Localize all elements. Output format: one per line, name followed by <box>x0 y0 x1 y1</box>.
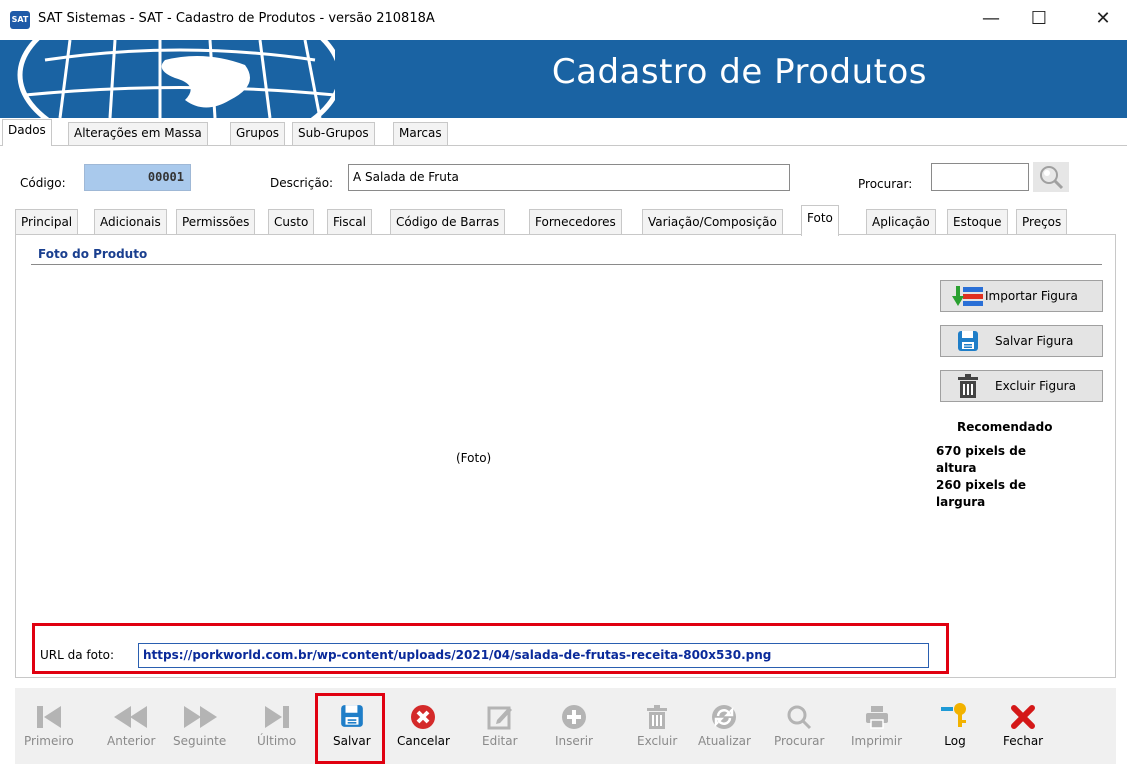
minimize-button[interactable]: — <box>968 0 1014 36</box>
magnifier-icon <box>786 694 812 730</box>
atualizar-button[interactable]: Atualizar <box>698 694 751 748</box>
seguinte-button[interactable]: Seguinte <box>173 694 226 748</box>
importar-figura-button[interactable]: Importar Figura <box>940 280 1103 312</box>
header-banner: Cadastro de Produtos <box>0 40 1127 118</box>
app-icon: SAT <box>10 11 30 29</box>
procurar-label: Procurar <box>774 734 825 748</box>
codigo-field[interactable]: 00001 <box>84 164 191 191</box>
previous-icon <box>111 694 151 730</box>
ultimo-button[interactable]: Último <box>257 694 296 748</box>
fechar-button[interactable]: Fechar <box>1003 694 1043 748</box>
cancelar-button[interactable]: Cancelar <box>397 694 450 748</box>
codigo-label: Código: <box>20 176 66 190</box>
tab-sub-grupos[interactable]: Sub-Grupos <box>292 122 375 145</box>
procurar-button[interactable]: Procurar <box>774 694 824 748</box>
log-button[interactable]: Log <box>940 694 970 748</box>
foto-section-title: Foto do Produto <box>38 247 148 261</box>
procurar-input[interactable] <box>931 163 1029 191</box>
recomendado-line: altura <box>936 461 977 475</box>
magnifier-icon <box>1040 166 1064 190</box>
primeiro-label: Primeiro <box>24 734 74 748</box>
excluir-button[interactable]: Excluir <box>637 694 677 748</box>
salvar-label: Salvar <box>333 734 371 748</box>
tab-fornecedores[interactable]: Fornecedores <box>529 209 622 235</box>
editar-button[interactable]: Editar <box>482 694 518 748</box>
cancelar-label: Cancelar <box>397 734 450 748</box>
tab-estoque[interactable]: Estoque <box>947 209 1008 235</box>
seguinte-label: Seguinte <box>173 734 227 748</box>
next-icon <box>180 694 220 730</box>
maximize-button[interactable]: ☐ <box>1016 0 1062 36</box>
import-image-icon <box>951 284 985 308</box>
recomendado-line: 670 pixels de <box>936 444 1026 458</box>
recomendado-line: largura <box>936 495 986 509</box>
tab-permissoes[interactable]: Permissões <box>176 209 256 235</box>
tab-grupos[interactable]: Grupos <box>230 122 286 145</box>
printer-icon <box>864 694 890 730</box>
editar-label: Editar <box>482 734 518 748</box>
importar-figura-label: Importar Figura <box>985 289 1078 303</box>
sub-tab-bar: Principal Adicionais Permissões Custo Fi… <box>0 205 1127 236</box>
last-record-icon <box>262 694 292 730</box>
tab-foto[interactable]: Foto <box>801 205 839 236</box>
ultimo-label: Último <box>257 734 297 748</box>
foto-image-area[interactable]: (Foto) <box>456 451 491 465</box>
url-foto-input[interactable]: https://porkworld.com.br/wp-content/uplo… <box>138 643 929 668</box>
imprimir-label: Imprimir <box>851 734 903 748</box>
title-bar: SAT SAT Sistemas - SAT - Cadastro de Pro… <box>0 0 1127 40</box>
inserir-button[interactable]: Inserir <box>555 694 593 748</box>
log-label: Log <box>944 734 966 748</box>
tab-fiscal[interactable]: Fiscal <box>327 209 372 235</box>
anterior-button[interactable]: Anterior <box>107 694 155 748</box>
main-tab-bar: Dados Alterações em Massa Grupos Sub-Gru… <box>0 118 1127 146</box>
url-label: URL da foto: <box>40 648 115 662</box>
tab-aplicacao[interactable]: Aplicação <box>866 209 936 235</box>
primeiro-button[interactable]: Primeiro <box>24 694 74 748</box>
edit-icon <box>487 694 513 730</box>
descricao-field[interactable]: A Salada de Fruta <box>348 164 790 191</box>
tab-principal[interactable]: Principal <box>15 209 79 235</box>
excluir-figura-button[interactable]: Excluir Figura <box>940 370 1103 402</box>
window-title: SAT Sistemas - SAT - Cadastro de Produto… <box>38 11 435 26</box>
tab-alteracoes-em-massa[interactable]: Alterações em Massa <box>68 122 208 145</box>
tab-adicionais[interactable]: Adicionais <box>94 209 167 235</box>
plus-circle-icon <box>561 694 587 730</box>
save-disk-icon <box>339 694 365 730</box>
excluir-figura-label: Excluir Figura <box>995 379 1076 393</box>
anterior-label: Anterior <box>107 734 156 748</box>
fechar-label: Fechar <box>1003 734 1044 748</box>
globe-logo-icon <box>17 40 335 118</box>
descricao-label: Descrição: <box>270 176 334 190</box>
close-button[interactable]: ✕ <box>1080 0 1126 36</box>
save-disk-icon <box>953 329 983 353</box>
banner-title: Cadastro de Produtos <box>551 52 927 92</box>
tab-marcas[interactable]: Marcas <box>393 122 448 145</box>
first-record-icon <box>34 694 64 730</box>
key-icon <box>940 694 970 730</box>
salvar-figura-label: Salvar Figura <box>995 334 1074 348</box>
excluir-label: Excluir <box>637 734 678 748</box>
tab-precos[interactable]: Preços <box>1016 209 1068 235</box>
cancel-icon <box>410 694 436 730</box>
imprimir-button[interactable]: Imprimir <box>851 694 902 748</box>
atualizar-label: Atualizar <box>698 734 751 748</box>
salvar-button[interactable]: Salvar <box>333 694 371 748</box>
trash-icon <box>646 694 668 730</box>
trash-icon <box>953 374 983 398</box>
recomendado-title: Recomendado <box>957 420 1053 434</box>
procurar-search-button[interactable] <box>1033 162 1069 192</box>
salvar-figura-button[interactable]: Salvar Figura <box>940 325 1103 357</box>
tab-dados[interactable]: Dados <box>2 119 52 146</box>
tab-codigo-de-barras[interactable]: Código de Barras <box>390 209 506 235</box>
close-x-icon <box>1010 694 1036 730</box>
procurar-label: Procurar: <box>858 177 913 191</box>
recomendado-line: 260 pixels de <box>936 478 1026 492</box>
tab-custo[interactable]: Custo <box>268 209 315 235</box>
tab-variacao-composicao[interactable]: Variação/Composição <box>642 209 783 235</box>
refresh-icon <box>711 694 737 730</box>
inserir-label: Inserir <box>555 734 593 748</box>
section-divider <box>31 264 1102 265</box>
